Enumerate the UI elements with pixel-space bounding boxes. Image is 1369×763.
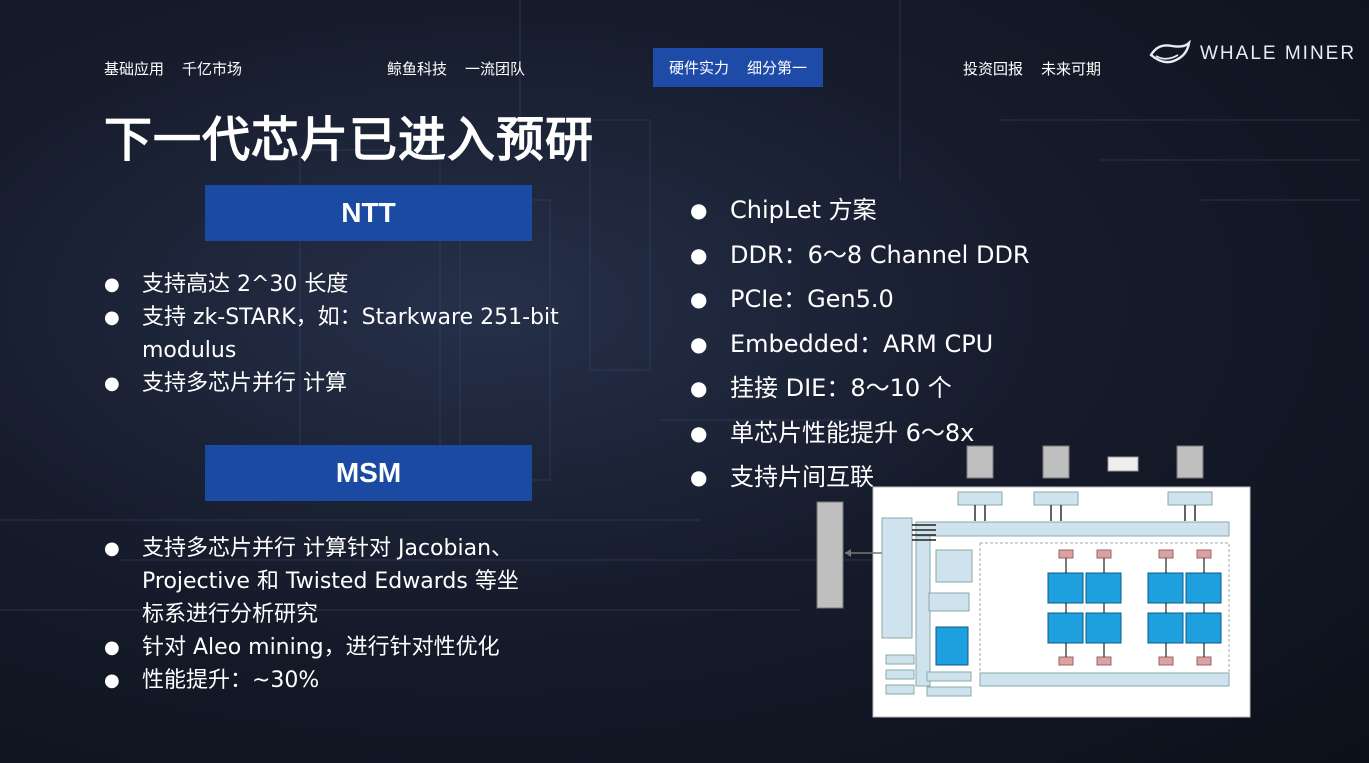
list-item: DDR：6～8 Channel DDR (690, 233, 1110, 278)
list-item: 支持高达 2^30 长度 (104, 268, 574, 301)
nav-label: 千亿市场 (182, 60, 243, 78)
list-item: 针对 Aleo mining，进行针对性优化 (104, 631, 534, 664)
logo-text: WHALE MINER (1200, 43, 1357, 64)
list-item: 支持 zk-STARK，如：Starkware 251-bit modulus (104, 301, 574, 367)
nav-label: 未来可期 (1041, 60, 1102, 78)
list-item: 性能提升：~30% (104, 664, 534, 697)
whale-icon (1149, 40, 1191, 64)
nav-label: 硬件实力 (669, 59, 730, 77)
ntt-heading: NTT (205, 185, 532, 241)
list-item: Embedded：ARM CPU (690, 322, 1110, 367)
msm-list: 支持多芯片并行 计算针对 Jacobian、Projective 和 Twist… (104, 532, 534, 697)
list-item: ChipLet 方案 (690, 188, 1110, 233)
list-item: 挂接 DIE：8～10 个 (690, 366, 1110, 411)
ntt-list: 支持高达 2^30 长度 支持 zk-STARK，如：Starkware 251… (104, 268, 574, 400)
nav-label: 细分第一 (747, 59, 808, 77)
list-item: PCIe：Gen5.0 (690, 277, 1110, 322)
msm-heading: MSM (205, 445, 532, 501)
list-item: 支持多芯片并行 计算针对 Jacobian、Projective 和 Twist… (104, 532, 534, 631)
chiplet-architecture-diagram (816, 445, 1251, 718)
nav-label: 一流团队 (465, 60, 526, 78)
list-item: 支持多芯片并行 计算 (104, 367, 574, 400)
nav-item-investment[interactable]: 投资回报 未来可期 (963, 58, 1101, 79)
nav-item-applications[interactable]: 基础应用 千亿市场 (104, 58, 242, 79)
logo: WHALE MINER (1148, 40, 1356, 68)
nav-label: 鲸鱼科技 (387, 60, 448, 78)
nav-label: 基础应用 (104, 60, 165, 78)
nav-label: 投资回报 (963, 60, 1024, 78)
nav-item-hardware[interactable]: 硬件实力 细分第一 (653, 48, 824, 87)
nav-item-team[interactable]: 鲸鱼科技 一流团队 (387, 58, 525, 79)
page-title: 下一代芯片已进入预研 (104, 112, 595, 168)
